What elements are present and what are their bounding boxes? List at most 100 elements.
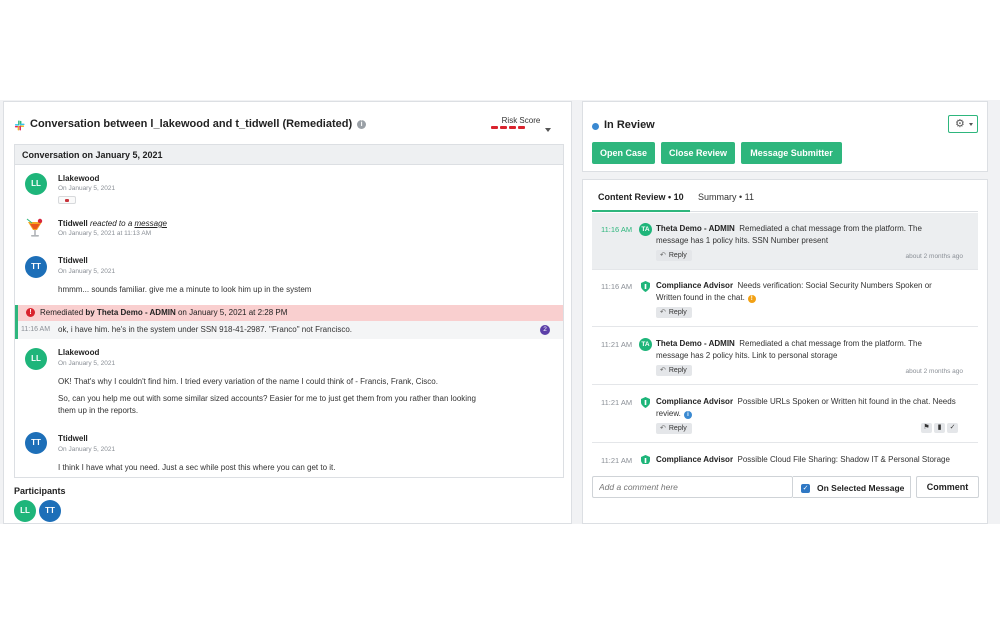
- comment-input[interactable]: [592, 476, 793, 498]
- status-dot: [592, 123, 599, 130]
- review-status-panel: In Review ⚙ Open Case Close Review Messa…: [582, 101, 988, 172]
- message-text: I think I have what you need. Just a sec…: [58, 463, 336, 472]
- feed-item-text: Compliance Advisor Possible URLs Spoken …: [656, 397, 956, 419]
- conversation-transcript: Conversation on January 5, 2021 LL Llake…: [14, 144, 564, 478]
- message-link[interactable]: message: [135, 219, 167, 228]
- chevron-down-icon[interactable]: [545, 128, 551, 132]
- feed-item-time: 11:21 AM: [601, 340, 633, 349]
- reply-icon: ↶: [660, 425, 666, 432]
- user-badge: TA: [639, 223, 652, 236]
- conversation-header: Conversation between l_lakewood and t_ti…: [14, 116, 561, 138]
- checkbox-checked-icon[interactable]: ✓: [801, 484, 810, 493]
- feed-item-ago: about 2 months ago: [905, 253, 963, 260]
- participant-avatar[interactable]: LL: [14, 500, 36, 522]
- tab-summary[interactable]: Summary • 11: [698, 192, 754, 202]
- message-author: Llakewood: [58, 174, 100, 183]
- bookmark-icon[interactable]: ▮: [934, 423, 945, 433]
- feed-item-text: Compliance Advisor Possible Cloud File S…: [656, 455, 950, 464]
- user-badge: TA: [639, 338, 652, 351]
- tab-content-review[interactable]: Content Review • 10: [598, 192, 684, 202]
- comment-button[interactable]: Comment: [916, 476, 979, 498]
- comment-row: ✓ On Selected Message Comment: [592, 476, 979, 498]
- avatar[interactable]: TT: [25, 432, 47, 454]
- check-icon[interactable]: ✓: [947, 423, 958, 433]
- reply-icon: ↶: [660, 367, 666, 374]
- avatar[interactable]: TT: [25, 256, 47, 278]
- message-item: TT Ttidwell On January 5, 2021 hmmm... s…: [15, 250, 563, 302]
- feed-item-time: 11:16 AM: [601, 282, 633, 291]
- message-author: Ttidwell: [58, 434, 88, 443]
- message-author-line: Ttidwell reacted to a message: [58, 219, 167, 228]
- message-date: On January 5, 2021: [58, 185, 116, 192]
- avatar[interactable]: LL: [25, 173, 47, 195]
- risk-score-label: Risk Score: [501, 116, 541, 125]
- message-author: Ttidwell: [58, 219, 88, 228]
- conversation-title-text: Conversation between l_lakewood and t_ti…: [30, 118, 353, 130]
- remediated-banner: ! Remediated by Theta Demo - ADMIN on Ja…: [15, 305, 563, 321]
- slack-icon: [14, 120, 25, 131]
- message-text: them up in the reports.: [58, 406, 139, 415]
- conversation-date-header: Conversation on January 5, 2021: [15, 145, 563, 165]
- reaction-chip[interactable]: [58, 196, 76, 204]
- message-date: On January 5, 2021: [58, 360, 116, 367]
- close-review-button[interactable]: Close Review: [661, 142, 735, 164]
- message-item: Ttidwell reacted to a message On January…: [15, 210, 563, 250]
- message-item: LL Llakewood On January 5, 2021: [15, 165, 563, 210]
- message-author: Ttidwell: [58, 256, 88, 265]
- review-feed-panel: Content Review • 10 Summary • 11 11:16 A…: [582, 179, 988, 524]
- review-tabs: Content Review • 10 Summary • 11: [592, 180, 978, 212]
- message-date: On January 5, 2021: [58, 268, 116, 275]
- review-status: In Review: [604, 119, 655, 131]
- cocktail-avatar-icon: [26, 218, 43, 237]
- app: Conversation between l_lakewood and t_ti…: [0, 100, 1000, 524]
- info-icon[interactable]: i: [357, 120, 367, 129]
- feed-item-text: Theta Demo - ADMIN Remediated a chat mes…: [656, 339, 922, 360]
- reply-icon: ↶: [660, 309, 666, 316]
- feed-item-time: 11:16 AM: [601, 225, 633, 234]
- feed-item[interactable]: 11:16 AM TA Theta Demo - ADMIN Remediate…: [592, 213, 978, 270]
- reply-button[interactable]: ↶ Reply: [656, 365, 692, 376]
- gear-icon: ⚙: [955, 118, 965, 130]
- info-icon: i: [683, 410, 692, 419]
- message-date: On January 5, 2021 at 11:13 AM: [58, 230, 152, 237]
- item-actions: ⚑ ▮ ✓: [921, 423, 958, 433]
- feed-item[interactable]: 11:16 AM Compliance Advisor Needs verifi…: [592, 270, 978, 327]
- message-text: hmmm... sounds familiar. give me a minut…: [58, 285, 312, 294]
- alert-icon: !: [26, 308, 35, 317]
- message-time: 11:16 AM: [21, 326, 51, 333]
- feed-item[interactable]: 11:21 AM Compliance Advisor Possible URL…: [592, 385, 978, 443]
- remediated-message[interactable]: 11:16 AM ok, i have him. he's in the sys…: [15, 321, 563, 339]
- reply-button[interactable]: ↶ Reply: [656, 423, 692, 434]
- compliance-shield-icon: [641, 397, 650, 408]
- conversation-panel: Conversation between l_lakewood and t_ti…: [3, 101, 572, 524]
- feed-item-time: 11:21 AM: [601, 456, 633, 464]
- reaction-text: reacted to a: [90, 219, 133, 228]
- flag-icon[interactable]: ⚑: [921, 423, 932, 433]
- message-item: LL Llakewood On January 5, 2021 OK! That…: [15, 341, 563, 429]
- warning-icon: !: [747, 294, 756, 303]
- on-selected-label: On Selected Message: [817, 483, 905, 493]
- message-date: On January 5, 2021: [58, 446, 116, 453]
- participant-avatar[interactable]: TT: [39, 500, 61, 522]
- message-author: Llakewood: [58, 348, 100, 357]
- message-text: ok, i have him. he's in the system under…: [58, 325, 353, 334]
- on-selected-message-toggle[interactable]: ✓ On Selected Message: [793, 476, 911, 498]
- risk-score[interactable]: Risk Score: [491, 116, 551, 132]
- open-case-button[interactable]: Open Case: [592, 142, 655, 164]
- reply-icon: ↶: [660, 252, 666, 259]
- active-tab-indicator: [592, 210, 690, 212]
- feed-item-text: Compliance Advisor Needs verification: S…: [656, 281, 932, 303]
- reply-button[interactable]: ↶ Reply: [656, 250, 692, 261]
- reply-button[interactable]: ↶ Reply: [656, 307, 692, 318]
- feed-item[interactable]: 11:21 AM TA Theta Demo - ADMIN Remediate…: [592, 327, 978, 385]
- settings-dropdown-button[interactable]: ⚙: [948, 115, 978, 133]
- feed-item[interactable]: 11:21 AM Compliance Advisor Possible Clo…: [592, 443, 978, 464]
- policy-hit-count-badge[interactable]: 2: [540, 325, 550, 335]
- feed-item-time: 11:21 AM: [601, 398, 633, 407]
- message-submitter-button[interactable]: Message Submitter: [741, 142, 842, 164]
- avatar[interactable]: LL: [25, 348, 47, 370]
- remediated-text: Remediated by Theta Demo - ADMIN on Janu…: [40, 308, 288, 317]
- feed-item-ago: about 2 months ago: [905, 368, 963, 375]
- conversation-title: Conversation between l_lakewood and t_ti…: [30, 118, 367, 130]
- feed-item-text: Theta Demo - ADMIN Remediated a chat mes…: [656, 224, 922, 245]
